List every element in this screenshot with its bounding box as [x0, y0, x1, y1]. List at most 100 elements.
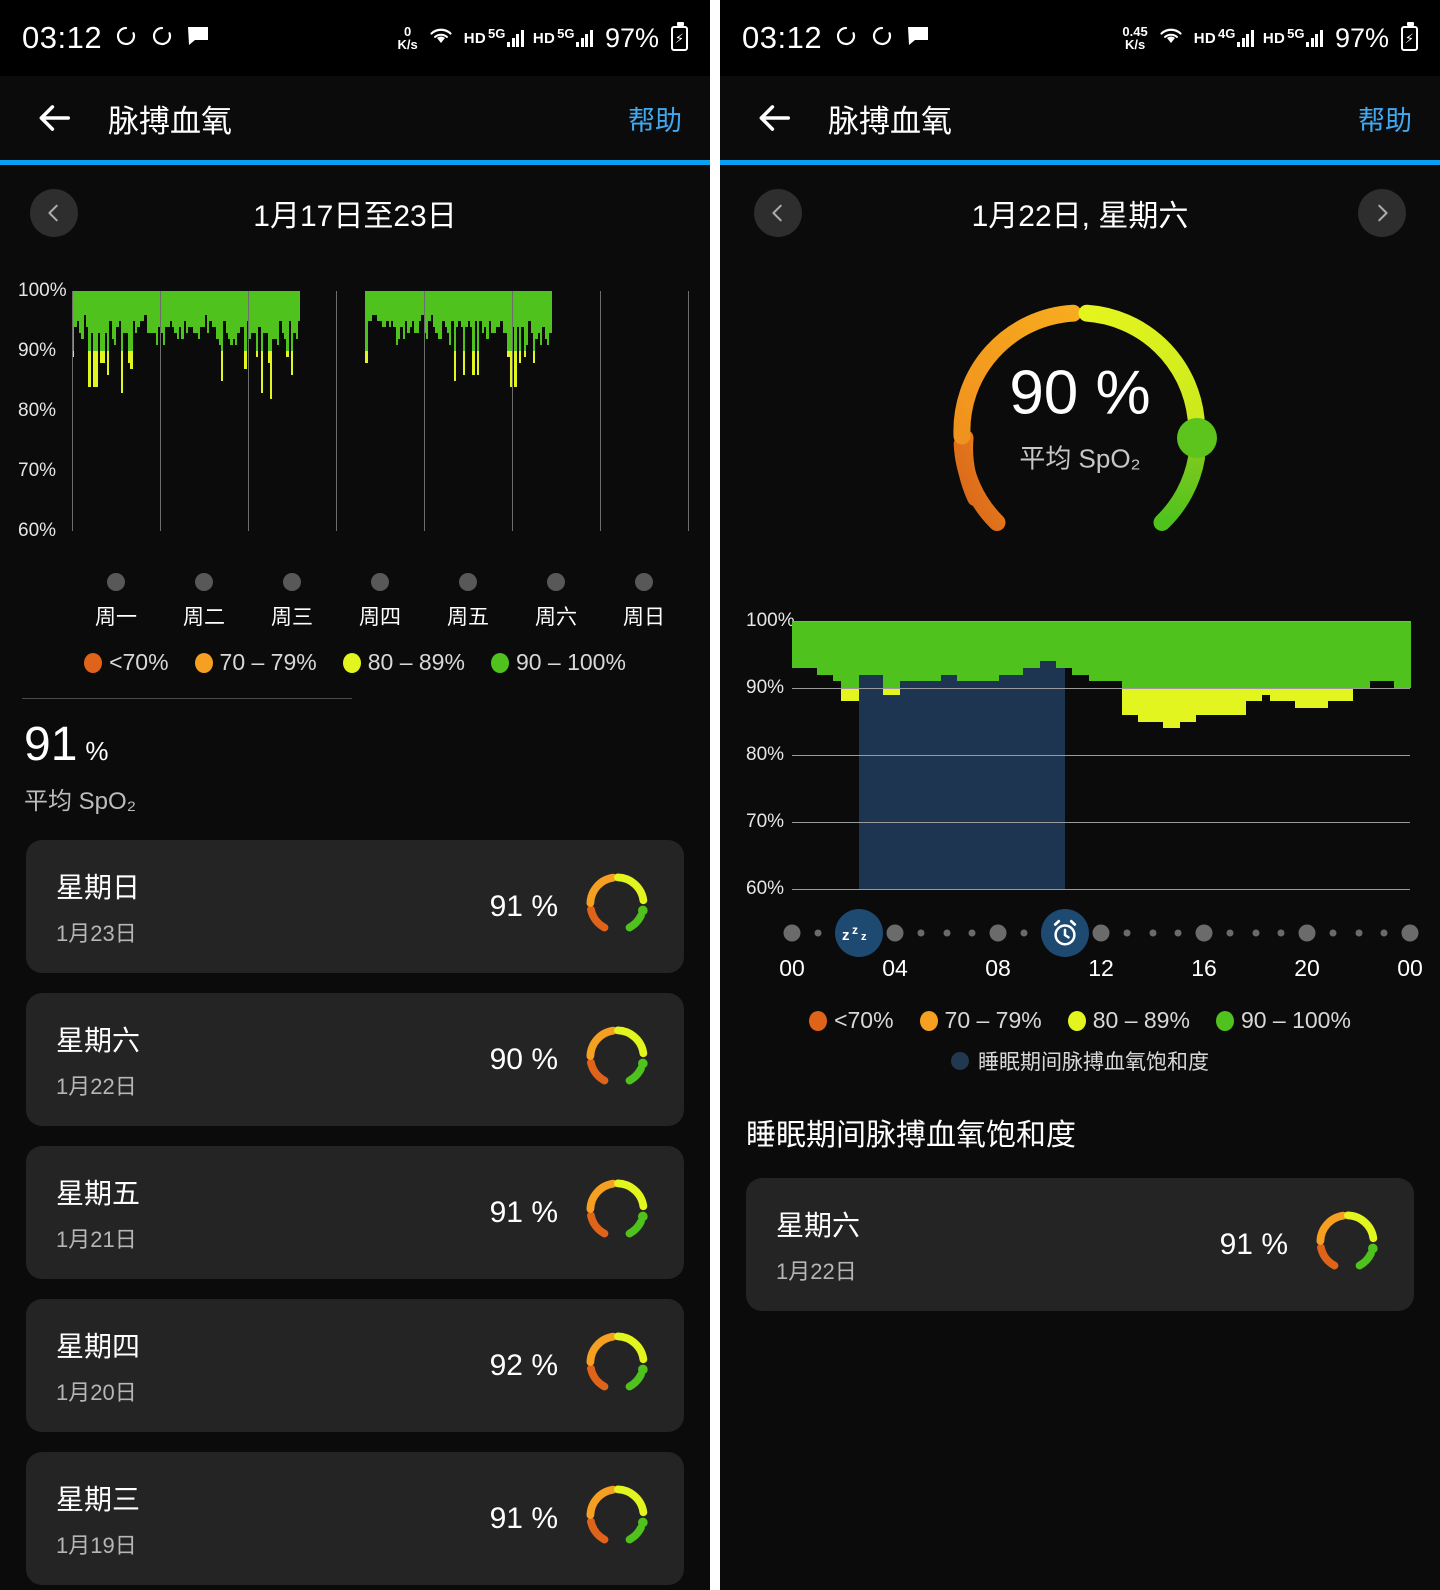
battery-charging-icon: [1401, 21, 1418, 51]
gridline: [792, 889, 1410, 890]
sim2-network-gen: 5G: [557, 25, 575, 41]
mini-gauge-indicator-dot: [638, 1364, 648, 1375]
card-date: 1月19日: [56, 1532, 137, 1558]
timeline-hour-label: 00: [1397, 955, 1423, 981]
prev-week-button[interactable]: [30, 189, 78, 237]
weekday-label: 周四: [359, 606, 401, 629]
sim2-hd-label: HD: [532, 29, 556, 47]
day-summary-card[interactable]: 星期五 1月21日 91 %: [26, 1146, 684, 1279]
card-date: 1月22日: [56, 1073, 137, 1099]
card-spo2-value: 92 %: [489, 1348, 558, 1382]
right-phone-screen: 03:12 0.45 K/s HD 4G HD 5G 97% ⚡ 脉搏血氧 帮助…: [720, 0, 1440, 1590]
sleep-summary-list: 星期六 1月22日 91 %: [720, 1154, 1440, 1311]
weekday-dot[interactable]: [107, 573, 125, 591]
weekday-dot[interactable]: [283, 573, 301, 591]
status-bar-left: 03:12 0 K/s HD 5G HD 5G 97% ⚡: [0, 0, 710, 76]
day-separator: [160, 291, 161, 531]
wifi-icon: [1157, 24, 1185, 53]
y-axis-label: 90%: [746, 677, 785, 698]
y-axis-label: 60%: [18, 520, 57, 541]
legend-swatch: [194, 652, 213, 673]
spo2-legend: <70% 70 – 79% 80 – 89% 90 – 100%: [0, 649, 710, 676]
day-summary-card[interactable]: 星期四 1月20日 92 %: [26, 1299, 684, 1432]
chevron-left-icon: [48, 204, 58, 222]
back-arrow-icon[interactable]: [748, 92, 800, 144]
legend-swatch: [342, 652, 361, 673]
weekday-dot[interactable]: [459, 573, 477, 591]
legend-label: 80 – 89%: [367, 649, 465, 675]
legend-item: <70%: [84, 649, 169, 676]
sleep-zzz-icon[interactable]: zzz: [834, 909, 883, 957]
day-timeline: zzz: [720, 909, 1440, 957]
left-phone-screen: 03:12 0 K/s HD 5G HD 5G 97% ⚡ 脉搏血氧 帮助 1月…: [0, 0, 710, 1590]
card-text: 星期六 1月22日: [56, 1019, 140, 1101]
weekly-bars: [72, 291, 688, 531]
timeline-minor-dot: [1277, 929, 1285, 937]
status-bar-right-group: 0.45 K/s HD 4G HD 5G 97%: [1122, 21, 1418, 54]
next-day-button[interactable]: [1358, 189, 1406, 237]
card-value-area: 91 %: [1220, 1205, 1384, 1284]
app-bar-right: 脉搏血氧 帮助: [720, 76, 1440, 160]
back-arrow-icon[interactable]: [28, 92, 80, 144]
timeline-hour-label: 12: [1088, 955, 1114, 981]
mini-gauge-arc: [586, 873, 648, 932]
timeline-minor-dot: [1329, 929, 1337, 937]
daily-average-gauge: 90 % 平均 SpO₂: [720, 261, 1440, 591]
average-caption: 平均 SpO₂: [24, 788, 137, 815]
status-bar-right-group: 0 K/s HD 5G HD 5G 97%: [398, 21, 688, 54]
y-axis-label: 70%: [18, 460, 57, 481]
y-axis-label: 80%: [746, 744, 785, 765]
card-value-area: 92 %: [490, 1326, 654, 1405]
day-summary-card[interactable]: 星期日 1月23日 91 %: [26, 840, 684, 973]
timeline-minor-dot: [1355, 929, 1362, 937]
timeline-hour-label: 16: [1191, 955, 1217, 981]
weekday-dot[interactable]: [635, 573, 653, 591]
weekday-dot[interactable]: [371, 573, 389, 591]
average-percent-sign: %: [85, 736, 109, 766]
card-value-area: 91 %: [490, 1479, 654, 1558]
mini-gauge-indicator-dot: [1368, 1243, 1378, 1254]
sim2-network-gen: 5G: [1287, 25, 1305, 41]
week-range-label: 1月17日至23日: [253, 200, 457, 233]
weekday-dot[interactable]: [195, 573, 213, 591]
card-spo2-value: 91 %: [489, 1501, 558, 1535]
day-date-nav: 1月22日, 星期六: [720, 165, 1440, 261]
average-value-row: 91 %: [24, 721, 686, 769]
daily-spo2-chart: 100% 90% 80% 70% 60%: [720, 607, 1440, 907]
timeline-minor-dot: [1174, 929, 1182, 937]
day-summary-card[interactable]: 星期六 1月22日 90 %: [26, 993, 684, 1126]
day-summary-card[interactable]: 星期六 1月22日 91 %: [746, 1178, 1414, 1311]
help-link[interactable]: 帮助: [628, 99, 682, 138]
day-separator: [600, 291, 601, 531]
timeline-hour-label: 08: [985, 955, 1011, 981]
timeline-minor-dot: [1149, 929, 1156, 937]
daily-plot-area: [792, 621, 1411, 890]
card-value-area: 90 %: [490, 1020, 654, 1099]
card-spo2-value: 91 %: [489, 1195, 558, 1229]
day-date-label: 1月22日, 星期六: [971, 200, 1189, 233]
signal-bars-icon: [507, 29, 524, 47]
legend-item: 90 – 100%: [1215, 1007, 1351, 1034]
weekday-dot[interactable]: [547, 573, 565, 591]
sim2-hd-label: HD: [1262, 29, 1286, 47]
card-weekday: 星期四: [56, 1330, 141, 1362]
y-axis-label: 100%: [746, 610, 795, 631]
day-summary-card[interactable]: 星期三 1月19日 91 %: [26, 1452, 684, 1585]
timeline-hour-label: 20: [1294, 955, 1320, 981]
status-bar-left-group: 03:12: [742, 20, 930, 56]
prev-day-button[interactable]: [754, 189, 802, 237]
legend-label: 70 – 79%: [219, 649, 317, 675]
help-link[interactable]: 帮助: [1358, 99, 1412, 138]
y-axis-label: 70%: [746, 811, 785, 832]
timeline-labels: 00 04 08 12 16 20 00: [720, 955, 1440, 993]
weekday-dots: [0, 567, 710, 601]
weekday-label: 周日: [623, 606, 665, 629]
legend-label: <70%: [834, 1007, 894, 1033]
card-weekday: 星期六: [776, 1209, 861, 1241]
alarm-clock-icon[interactable]: [1040, 909, 1089, 957]
legend-label: 80 – 89%: [1092, 1007, 1190, 1033]
gridline: [792, 621, 1410, 622]
timeline-minor-dot: [1123, 929, 1131, 937]
gauge-center-readout: 90 % 平均 SpO₂: [1009, 362, 1150, 476]
daily-summary-list: 星期日 1月23日 91 % 星期六 1月22日 90 % 星期五 1月21日 91 % 星期四 1…: [0, 816, 710, 1585]
